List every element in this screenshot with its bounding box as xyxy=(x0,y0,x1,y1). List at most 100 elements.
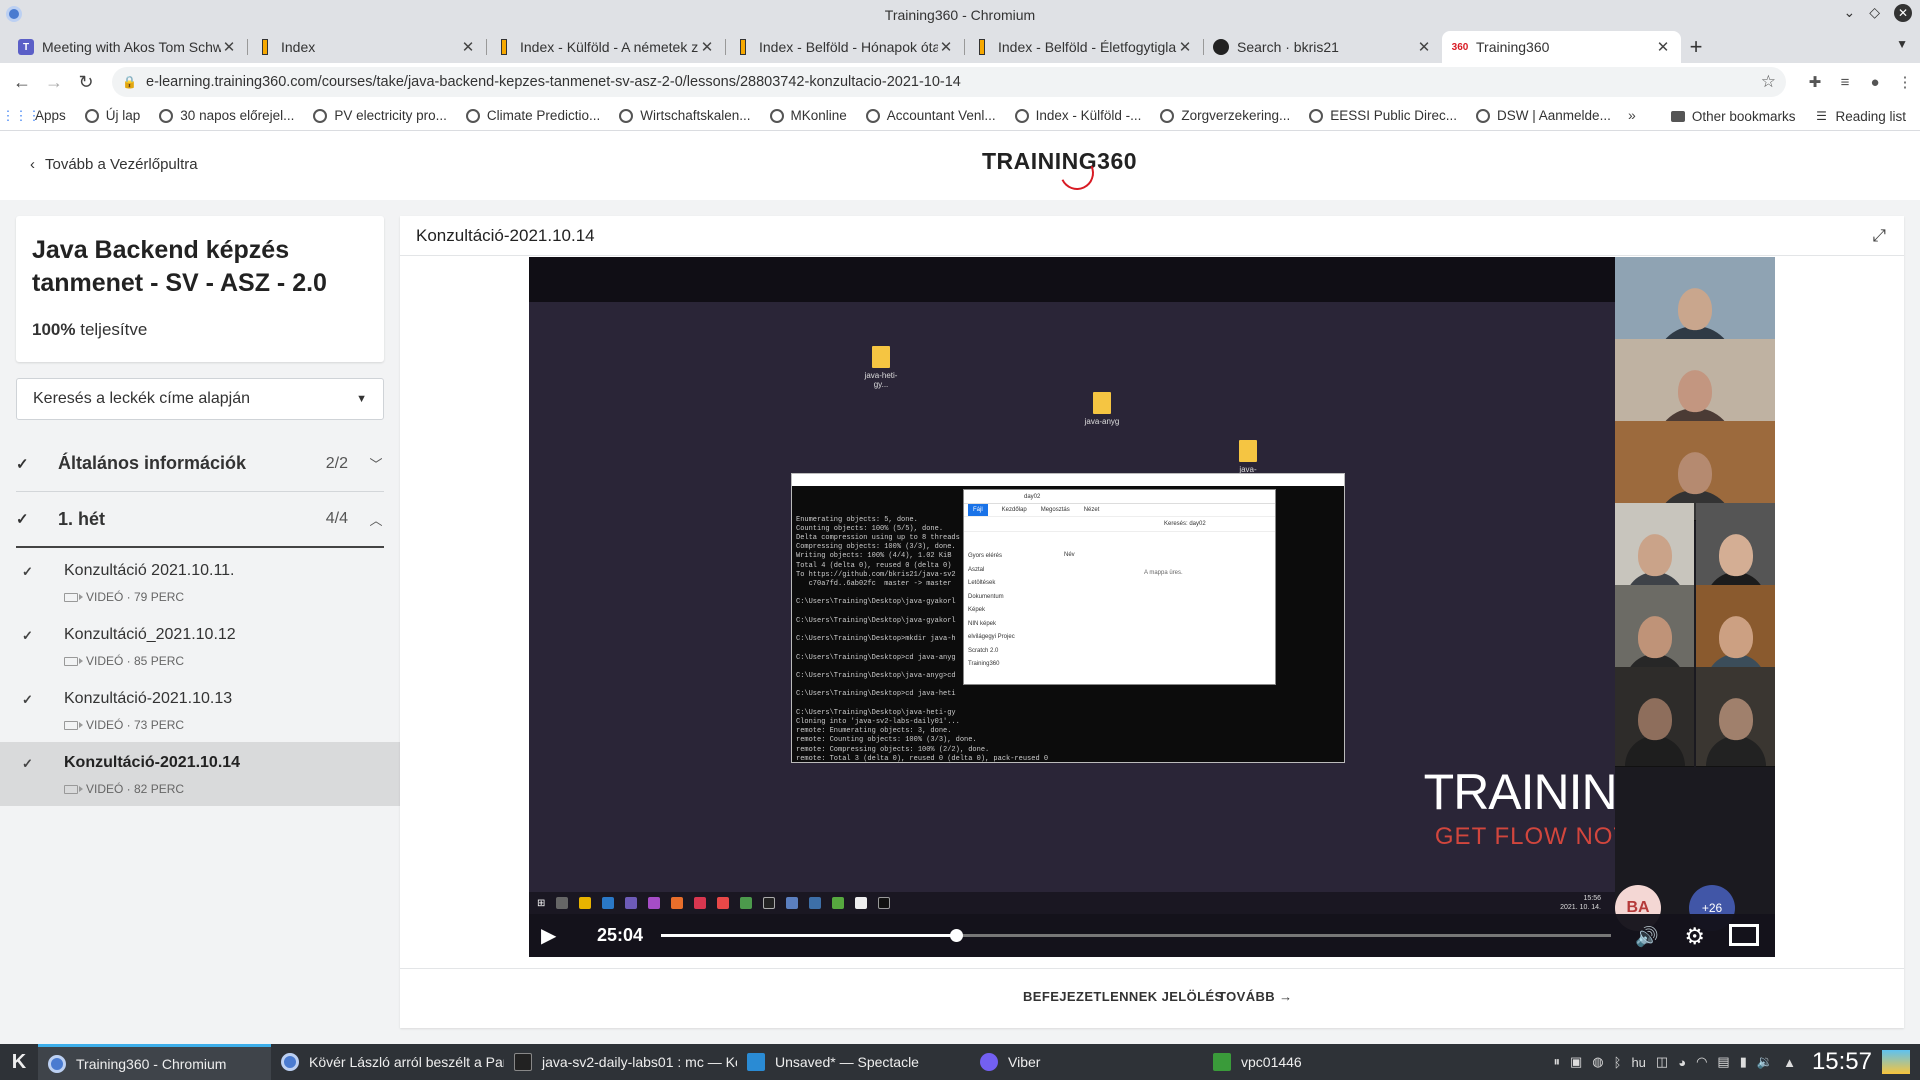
taskbar-task[interactable]: vpc01446 xyxy=(1203,1044,1436,1080)
reload-icon[interactable]: ↻ xyxy=(72,68,100,96)
taskbar-task[interactable]: Viber xyxy=(970,1044,1203,1080)
lesson-item-active[interactable]: ✓ Konzultáció-2021.10.14 VIDEÓ · 82 PERC xyxy=(0,742,400,806)
forward-icon[interactable]: → xyxy=(40,68,68,96)
bookmark[interactable]: Wirtschaftskalen... xyxy=(619,108,751,123)
back-icon[interactable]: ← xyxy=(8,68,36,96)
maximize-icon[interactable]: ◇ xyxy=(1869,4,1880,22)
browser-tab[interactable]: Index - Külföld - A németek z ✕ xyxy=(486,31,725,63)
tab-search-icon[interactable]: ▼ xyxy=(1896,37,1908,51)
explorer-side-item: NIN képek xyxy=(968,620,997,627)
bookmark[interactable]: 30 napos előrejel... xyxy=(159,108,294,123)
bookmark[interactable]: MKonline xyxy=(769,108,847,123)
bookmark[interactable]: DSW | Aanmelde... xyxy=(1476,108,1611,123)
bookmark-apps[interactable]: ⋮⋮⋮ Apps xyxy=(2,108,66,124)
bookmark[interactable]: PV electricity pro... xyxy=(313,108,447,123)
lesson-header: Konzultáció-2021.10.14 ⤢ xyxy=(400,216,1904,256)
volume-tray-icon[interactable]: 🔉 xyxy=(1757,1054,1773,1070)
tab-close-icon[interactable]: ✕ xyxy=(699,38,715,56)
browser-tab-active[interactable]: 360 Training360 ✕ xyxy=(1442,31,1681,63)
lock-icon[interactable]: 🔒 xyxy=(122,75,137,89)
play-icon[interactable]: ▶ xyxy=(541,923,567,948)
chevron-down-icon: ﹀ xyxy=(369,457,383,472)
tab-close-icon[interactable]: ✕ xyxy=(938,38,954,56)
globe-icon xyxy=(769,108,784,123)
bookmark[interactable]: Accountant Venl... xyxy=(865,108,996,123)
tab-close-icon[interactable]: ✕ xyxy=(1416,38,1432,56)
show-desktop-icon[interactable] xyxy=(1882,1050,1910,1074)
tab-close-icon[interactable]: ✕ xyxy=(1177,38,1193,56)
bookmark-label: MKonline xyxy=(790,108,847,123)
system-clock[interactable]: 15:57 xyxy=(1812,1048,1872,1076)
new-tab-button[interactable]: + xyxy=(1681,31,1711,63)
bookmark[interactable]: EESSI Public Direc... xyxy=(1309,108,1457,123)
lesson-search-dropdown[interactable]: Keresés a leckék címe alapján ▼ xyxy=(16,378,384,420)
explorer-nav: Keresés: day02 xyxy=(964,516,1275,532)
seek-bar[interactable] xyxy=(661,929,1611,942)
lesson-item[interactable]: ✓ Konzultáció-2021.10.13 VIDEÓ · 73 PERC xyxy=(0,678,400,742)
fullscreen-icon[interactable] xyxy=(1729,924,1759,946)
url-text[interactable]: e-learning.training360.com/courses/take/… xyxy=(146,74,1761,90)
other-bookmarks[interactable]: Other bookmarks xyxy=(1670,109,1795,124)
tab-close-icon[interactable]: ✕ xyxy=(460,38,476,56)
taskbar-task[interactable]: java-sv2-daily-labs01 : mc — Ko... xyxy=(504,1044,737,1080)
video-player[interactable]: java-heti-gy... java-anyg java-gyakorl..… xyxy=(529,257,1775,957)
expand-icon[interactable]: ⤢ xyxy=(1872,226,1886,246)
address-bar[interactable]: 🔒 e-learning.training360.com/courses/tak… xyxy=(112,67,1786,97)
settings-gear-icon[interactable]: ⚙ xyxy=(1684,923,1705,950)
taskbar-task[interactable]: Unsaved* — Spectacle xyxy=(737,1044,970,1080)
back-to-dashboard-link[interactable]: ‹ Tovább a Vezérlőpultra xyxy=(30,156,198,173)
browser-tab[interactable]: Search · bkris21 ✕ xyxy=(1203,31,1442,63)
reading-list[interactable]: ☰ Reading list xyxy=(1814,109,1906,124)
lesson-item[interactable]: ✓ Konzultáció 2021.10.11. VIDEÓ · 79 PER… xyxy=(0,550,400,614)
update-icon[interactable]: ◫ xyxy=(1656,1054,1668,1070)
tray-expand-icon[interactable]: ▲ xyxy=(1783,1055,1796,1070)
network-icon[interactable]: ◠ xyxy=(1696,1054,1707,1070)
lock-tray-icon[interactable]: ▤ xyxy=(1717,1054,1729,1070)
lesson-footer: BEFEJEZETLENNEK JELÖLÉS TOVÁBB → xyxy=(400,968,1904,1028)
battery-icon[interactable]: ▮ xyxy=(1740,1054,1747,1070)
bookmark[interactable]: Index - Külföld -... xyxy=(1014,108,1141,123)
more-bookmarks-icon[interactable]: » xyxy=(1628,107,1636,123)
minimize-icon[interactable]: ⌄ xyxy=(1843,4,1855,22)
bluetooth-icon[interactable]: ᛒ xyxy=(1614,1055,1622,1070)
desktop-folder-icon: java-heti-gy... xyxy=(858,346,904,389)
reading-list-label: Reading list xyxy=(1835,108,1906,124)
bookmark[interactable]: Új lap xyxy=(84,108,140,123)
next-lesson-button[interactable]: TOVÁBB → xyxy=(1218,989,1292,1004)
keyboard-layout[interactable]: hu xyxy=(1631,1055,1645,1070)
tab-title: Meeting with Akos Tom Schw xyxy=(42,39,221,55)
browser-tab[interactable]: Index - Belföld - Hónapok óta ✕ xyxy=(725,31,964,63)
close-window-icon[interactable]: ✕ xyxy=(1894,4,1912,22)
taskbar-app-icon xyxy=(694,897,707,909)
bookmark-star-icon[interactable]: ☆ xyxy=(1761,72,1776,92)
volume-icon[interactable]: 🔊 xyxy=(1635,925,1659,949)
reading-list-icon[interactable]: ≡ xyxy=(1830,67,1860,97)
taskbar-task[interactable]: Kövér László arról beszélt a Par... xyxy=(271,1044,504,1080)
browser-tab[interactable]: Index ✕ xyxy=(247,31,486,63)
kde-launcher-icon[interactable]: K xyxy=(0,1044,38,1080)
seek-bar-handle[interactable] xyxy=(949,929,963,942)
lesson-item[interactable]: ✓ Konzultáció_2021.10.12 VIDEÓ · 85 PERC xyxy=(0,614,400,678)
chevron-up-icon: ︿ xyxy=(369,512,383,528)
viber-tray-icon[interactable]: ◕ xyxy=(1678,1055,1686,1070)
screenshot-icon[interactable]: ▣ xyxy=(1570,1054,1582,1070)
section-week-1[interactable]: ✓ 1. hét 4/4 ︿ xyxy=(16,492,384,548)
browser-tab[interactable]: T Meeting with Akos Tom Schw ✕ xyxy=(8,31,247,63)
bookmark[interactable]: Climate Predictio... xyxy=(465,108,600,123)
taskbar-task-active[interactable]: Training360 - Chromium xyxy=(38,1044,271,1080)
extensions-icon[interactable]: ✚ xyxy=(1800,67,1830,97)
mark-incomplete-button[interactable]: BEFEJEZETLENNEK JELÖLÉS xyxy=(1023,989,1224,1004)
training360-logo[interactable]: TRAINING360 xyxy=(982,148,1137,195)
profile-icon[interactable]: ● xyxy=(1860,67,1890,97)
github-icon xyxy=(1213,39,1229,55)
vpn-icon[interactable]: ◍ xyxy=(1592,1054,1603,1070)
browser-tab[interactable]: Index - Belföld - Életfogytigla ✕ xyxy=(964,31,1203,63)
tab-close-icon[interactable]: ✕ xyxy=(1655,38,1671,56)
tab-close-icon[interactable]: ✕ xyxy=(221,38,237,56)
bookmark[interactable]: Zorgverzekering... xyxy=(1160,108,1290,123)
menu-icon[interactable]: ⋮ xyxy=(1890,67,1920,97)
terminal-line: remote: Total 3 (delta 0), reused 0 (del… xyxy=(796,754,1049,763)
section-general-info[interactable]: ✓ Általános információk 2/2 ﹀ xyxy=(16,436,384,492)
media-pause-icon[interactable]: ⏸ xyxy=(1554,1054,1561,1070)
lesson-meta: VIDEÓ · 79 PERC xyxy=(64,590,184,604)
